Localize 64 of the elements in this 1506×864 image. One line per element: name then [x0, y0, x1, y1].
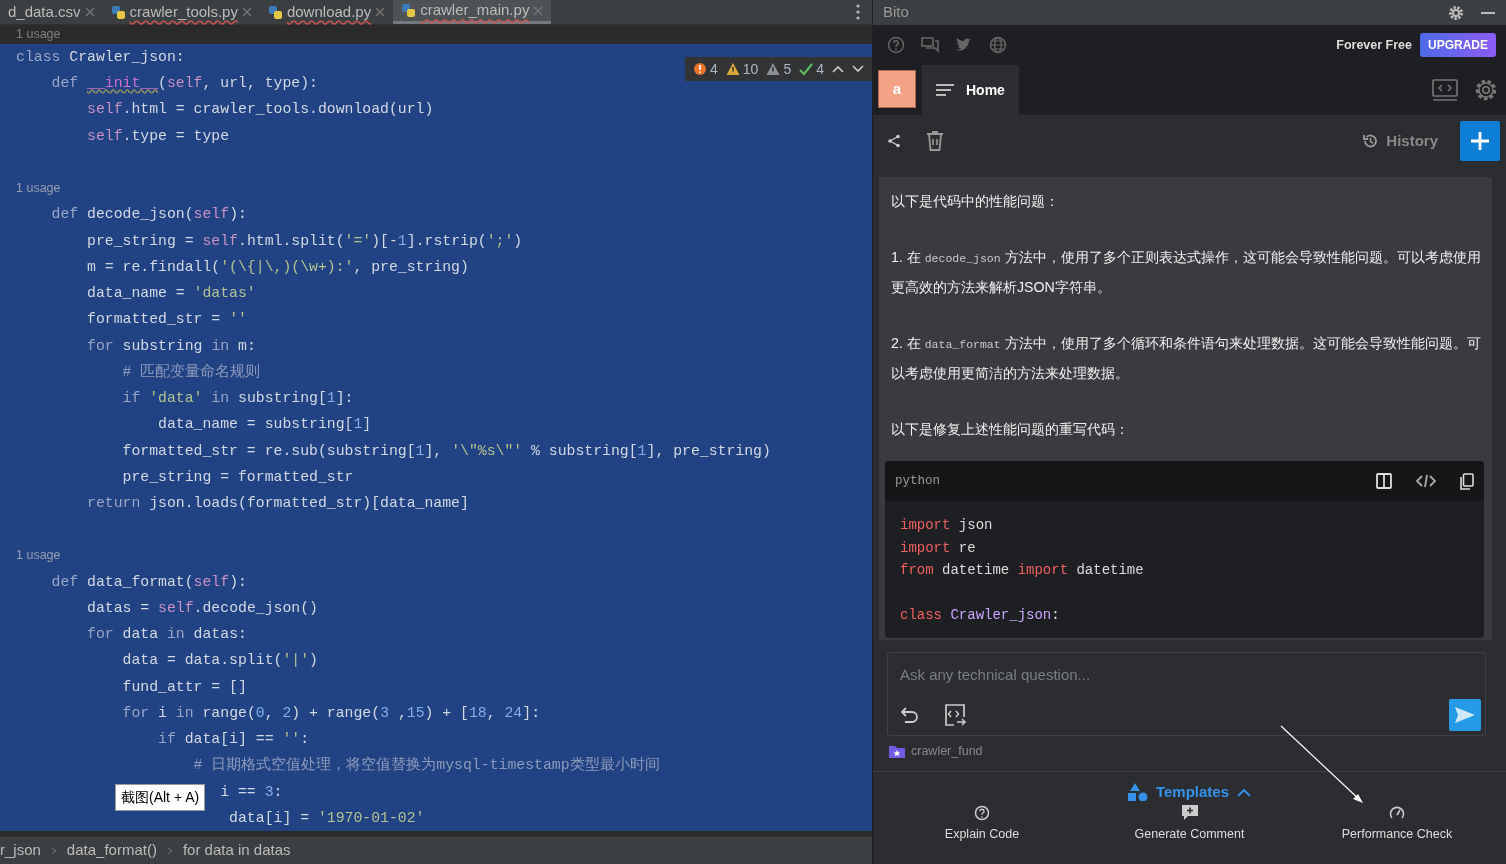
plan-label: Forever Free	[1336, 36, 1412, 54]
python-file-icon	[110, 4, 126, 20]
breadcrumb[interactable]: r_json	[0, 839, 41, 862]
templates-toggle[interactable]: Templates	[1121, 779, 1258, 805]
code-line: import re	[900, 539, 976, 556]
error-icon	[693, 62, 708, 76]
chat-message: 以下是修复上述性能问题的重写代码：	[890, 420, 1130, 439]
code-screen-icon[interactable]	[1432, 79, 1458, 101]
upgrade-button[interactable]: UPGRADE	[1420, 33, 1496, 57]
columns-icon[interactable]	[1376, 473, 1392, 489]
panel-title: Bito	[883, 2, 909, 23]
code-line: class Crawler_json:	[900, 607, 1060, 623]
send-icon	[1455, 707, 1475, 723]
folder-icon	[889, 744, 905, 759]
file-tab[interactable]: crawler_tools.py	[102, 0, 260, 24]
breadcrumb[interactable]: for data in datas	[182, 839, 291, 862]
plus-icon	[1470, 131, 1490, 151]
question-field[interactable]: Ask any technical question...	[888, 664, 1485, 687]
code-insert-icon[interactable]	[944, 704, 966, 726]
project-name: crawler_fund	[911, 743, 983, 760]
comment-icon	[1181, 805, 1198, 822]
trash-icon[interactable]	[925, 130, 945, 152]
code-line: from datetime import datetime	[900, 562, 1144, 578]
globe-icon[interactable]	[989, 36, 1007, 54]
chevron-up-icon[interactable]	[832, 65, 844, 73]
chat-message: 以下是代码中的性能问题：	[890, 192, 1060, 211]
chevron-right-icon	[50, 846, 57, 855]
chat-message: 1. 在 decode_json 方法中，使用了多个正则表达式操作，这可能会导致性能问题。可以考虑使用更高效的方法来解析JSON字符串。	[890, 248, 1482, 297]
share-icon[interactable]	[887, 134, 901, 148]
python-file-icon	[401, 3, 417, 18]
chat-icon[interactable]	[921, 36, 939, 54]
check-icon	[799, 62, 814, 76]
new-chat-button[interactable]	[1460, 121, 1500, 161]
file-tab[interactable]: d_data.csv	[0, 0, 103, 24]
file-tab[interactable]: crawler_main.py	[393, 0, 552, 24]
help-icon	[974, 805, 990, 822]
chevron-right-icon	[166, 846, 173, 855]
help-icon[interactable]	[887, 36, 905, 54]
template-button[interactable]: Generate Comment	[1094, 804, 1285, 845]
code-language: python	[895, 472, 940, 490]
chat-message: 2. 在 data_format 方法中，使用了多个循环和条件语句来处理数据。这可能会导致性能问题。可以考虑使用更简洁的方法来处理数据。	[890, 334, 1482, 383]
chevron-down-icon[interactable]	[852, 65, 864, 73]
template-button[interactable]: Explain Code	[887, 804, 1077, 845]
copy-icon[interactable]	[1460, 472, 1474, 490]
template-button[interactable]: Performance Check	[1302, 804, 1492, 845]
history-icon	[1362, 133, 1379, 149]
code-line: import json	[900, 517, 993, 533]
usage-hint-line[interactable]: 1 usage	[0, 25, 872, 44]
tooltip: 截图(Alt + A)	[115, 784, 206, 811]
code-icon[interactable]	[1416, 474, 1436, 488]
warning-icon	[725, 62, 740, 76]
undo-icon[interactable]	[900, 706, 920, 724]
settings-icon[interactable]	[1448, 4, 1464, 21]
settings-icon[interactable]	[1474, 78, 1498, 102]
menu-icon	[936, 83, 954, 97]
bird-icon[interactable]	[955, 36, 973, 54]
file-tab[interactable]: download.py	[259, 0, 394, 24]
shapes-icon	[1127, 783, 1148, 801]
python-file-icon	[267, 4, 283, 20]
breadcrumb[interactable]: data_format()	[66, 839, 157, 862]
weak-warning-icon	[766, 62, 781, 76]
history-button[interactable]: History	[1356, 128, 1444, 154]
home-tab[interactable]: Home	[922, 65, 1019, 115]
question-box[interactable]: Ask any technical question...	[887, 652, 1486, 736]
